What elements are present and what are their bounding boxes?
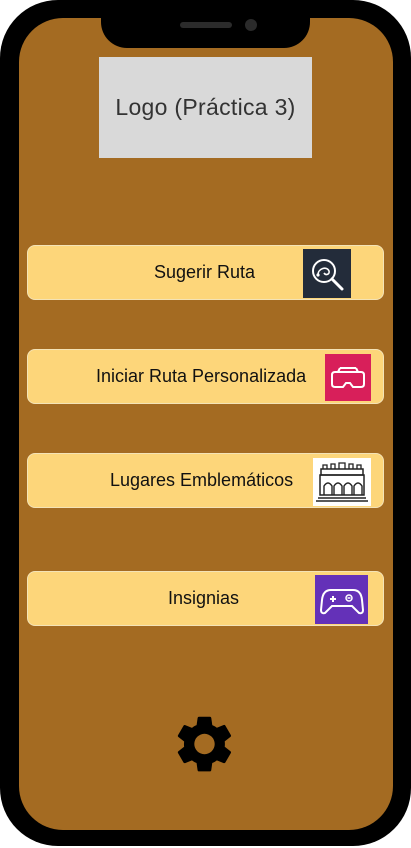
speaker-grille — [180, 22, 232, 28]
landmarks-button[interactable]: Lugares Emblemáticos — [27, 453, 384, 508]
gear-icon — [177, 716, 232, 772]
route-search-icon — [303, 249, 351, 298]
badges-label: Insignias — [168, 588, 240, 608]
phone-mockup: Logo (Práctica 3) Sugerir Ruta Iniciar R… — [0, 0, 411, 848]
logo-placeholder: Logo (Práctica 3) — [99, 57, 312, 158]
logo-text: Logo (Práctica 3) — [115, 94, 296, 120]
gamepad-icon — [315, 575, 368, 624]
vr-headset-icon — [325, 354, 371, 401]
badges-button[interactable]: Insignias — [27, 571, 384, 626]
monument-icon — [313, 458, 371, 506]
start-custom-route-button[interactable]: Iniciar Ruta Personalizada — [27, 349, 384, 404]
suggest-route-button[interactable]: Sugerir Ruta — [27, 245, 384, 300]
front-camera — [245, 19, 257, 31]
settings-button[interactable] — [167, 710, 242, 778]
suggest-route-label: Sugerir Ruta — [154, 262, 256, 282]
start-custom-route-label: Iniciar Ruta Personalizada — [96, 366, 307, 386]
landmarks-label: Lugares Emblemáticos — [110, 470, 294, 490]
